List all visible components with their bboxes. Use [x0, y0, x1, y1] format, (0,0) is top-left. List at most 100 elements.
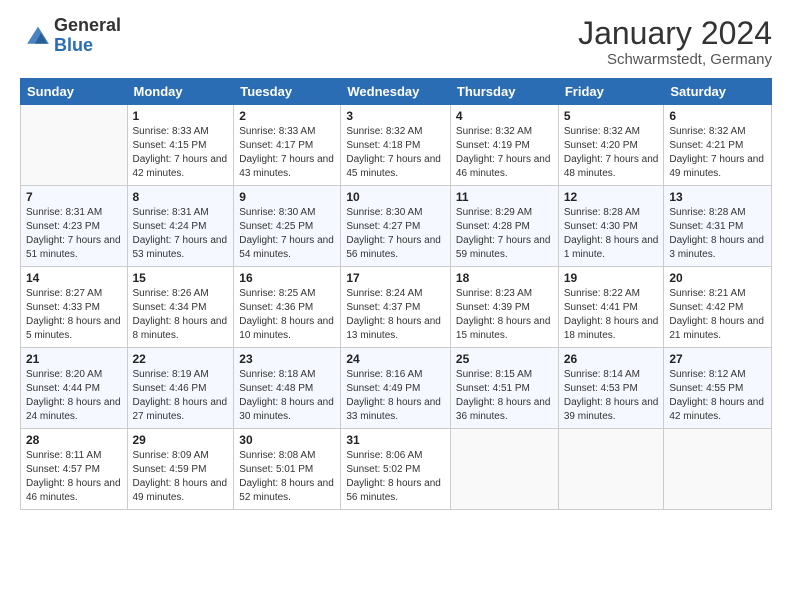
day-number-0-5: 5	[564, 109, 659, 123]
day-info-0-5: Sunrise: 8:32 AMSunset: 4:20 PMDaylight:…	[564, 125, 659, 181]
day-number-0-6: 6	[669, 109, 766, 123]
cell-4-5	[558, 429, 664, 510]
cell-4-2: 30Sunrise: 8:08 AMSunset: 5:01 PMDayligh…	[234, 429, 341, 510]
day-number-2-4: 18	[456, 271, 553, 285]
day-number-4-2: 30	[239, 433, 335, 447]
cell-2-6: 20 Sunrise: 8:21 AMSunset: 4:42 PMDayligh…	[664, 267, 772, 348]
week-row-1: 7 Sunrise: 8:31 AMSunset: 4:23 PMDaylight…	[21, 186, 772, 267]
cell-3-1: 22 Sunrise: 8:19 AMSunset: 4:46 PMDayligh…	[127, 348, 234, 429]
cell-2-5: 19 Sunrise: 8:22 AMSunset: 4:41 PMDayligh…	[558, 267, 664, 348]
header-monday: Monday	[127, 79, 234, 105]
calendar-table: Sunday Monday Tuesday Wednesday Thursday…	[20, 78, 772, 510]
day-number-1-3: 10	[346, 190, 445, 204]
cell-0-3: 3Sunrise: 8:32 AMSunset: 4:18 PMDaylight…	[341, 105, 451, 186]
day-number-3-2: 23	[239, 352, 335, 366]
cell-4-6	[664, 429, 772, 510]
day-info-1-5: Sunrise: 8:28 AMSunset: 4:30 PMDaylight:…	[564, 206, 659, 262]
week-row-0: 1 Sunrise: 8:33 AMSunset: 4:15 PMDaylight…	[21, 105, 772, 186]
day-info-3-2: Sunrise: 8:18 AMSunset: 4:48 PMDaylight:…	[239, 368, 335, 424]
location-subtitle: Schwarmstedt, Germany	[578, 51, 772, 68]
day-number-3-4: 25	[456, 352, 553, 366]
cell-3-0: 21 Sunrise: 8:20 AMSunset: 4:44 PMDayligh…	[21, 348, 128, 429]
day-number-3-3: 24	[346, 352, 445, 366]
day-number-2-3: 17	[346, 271, 445, 285]
day-number-1-4: 11	[456, 190, 553, 204]
week-row-3: 21 Sunrise: 8:20 AMSunset: 4:44 PMDayligh…	[21, 348, 772, 429]
day-info-4-3: Sunrise: 8:06 AMSunset: 5:02 PMDaylight:…	[346, 449, 445, 505]
cell-4-1: 29 Sunrise: 8:09 AMSunset: 4:59 PMDayligh…	[127, 429, 234, 510]
day-number-4-1: 29	[133, 433, 229, 447]
day-info-1-1: Sunrise: 8:31 AMSunset: 4:24 PMDaylight:…	[133, 206, 229, 262]
cell-0-2: 2 Sunrise: 8:33 AMSunset: 4:17 PMDaylight…	[234, 105, 341, 186]
day-number-0-3: 3	[346, 109, 445, 123]
day-info-4-0: Sunrise: 8:11 AMSunset: 4:57 PMDaylight:…	[26, 449, 122, 505]
day-info-4-1: Sunrise: 8:09 AMSunset: 4:59 PMDaylight:…	[133, 449, 229, 505]
day-number-3-0: 21	[26, 352, 122, 366]
day-number-2-6: 20	[669, 271, 766, 285]
logo: General Blue	[20, 16, 121, 56]
day-info-2-0: Sunrise: 8:27 AMSunset: 4:33 PMDaylight:…	[26, 287, 122, 343]
cell-2-4: 18 Sunrise: 8:23 AMSunset: 4:39 PMDayligh…	[450, 267, 558, 348]
cell-0-4: 4 Sunrise: 8:32 AMSunset: 4:19 PMDaylight…	[450, 105, 558, 186]
day-info-0-4: Sunrise: 8:32 AMSunset: 4:19 PMDaylight:…	[456, 125, 553, 181]
cell-2-0: 14 Sunrise: 8:27 AMSunset: 4:33 PMDayligh…	[21, 267, 128, 348]
day-info-1-3: Sunrise: 8:30 AMSunset: 4:27 PMDaylight:…	[346, 206, 445, 262]
cell-1-3: 10 Sunrise: 8:30 AMSunset: 4:27 PMDayligh…	[341, 186, 451, 267]
cell-1-6: 13 Sunrise: 8:28 AMSunset: 4:31 PMDayligh…	[664, 186, 772, 267]
day-number-2-5: 19	[564, 271, 659, 285]
day-info-3-4: Sunrise: 8:15 AMSunset: 4:51 PMDaylight:…	[456, 368, 553, 424]
cell-1-5: 12Sunrise: 8:28 AMSunset: 4:30 PMDayligh…	[558, 186, 664, 267]
day-number-3-1: 22	[133, 352, 229, 366]
title-section: January 2024 Schwarmstedt, Germany	[578, 16, 772, 68]
day-number-1-1: 8	[133, 190, 229, 204]
day-info-0-6: Sunrise: 8:32 AMSunset: 4:21 PMDaylight:…	[669, 125, 766, 181]
page: General Blue January 2024 Schwarmstedt, …	[0, 0, 792, 612]
cell-1-0: 7 Sunrise: 8:31 AMSunset: 4:23 PMDaylight…	[21, 186, 128, 267]
calendar-header-row: Sunday Monday Tuesday Wednesday Thursday…	[21, 79, 772, 105]
day-info-3-6: Sunrise: 8:12 AMSunset: 4:55 PMDaylight:…	[669, 368, 766, 424]
header-thursday: Thursday	[450, 79, 558, 105]
header-tuesday: Tuesday	[234, 79, 341, 105]
cell-1-4: 11 Sunrise: 8:29 AMSunset: 4:28 PMDayligh…	[450, 186, 558, 267]
day-info-2-1: Sunrise: 8:26 AMSunset: 4:34 PMDaylight:…	[133, 287, 229, 343]
cell-2-3: 17Sunrise: 8:24 AMSunset: 4:37 PMDayligh…	[341, 267, 451, 348]
day-number-2-2: 16	[239, 271, 335, 285]
day-info-2-6: Sunrise: 8:21 AMSunset: 4:42 PMDaylight:…	[669, 287, 766, 343]
cell-0-5: 5 Sunrise: 8:32 AMSunset: 4:20 PMDaylight…	[558, 105, 664, 186]
day-number-1-2: 9	[239, 190, 335, 204]
day-number-1-6: 13	[669, 190, 766, 204]
cell-0-1: 1 Sunrise: 8:33 AMSunset: 4:15 PMDaylight…	[127, 105, 234, 186]
header-friday: Friday	[558, 79, 664, 105]
day-number-4-3: 31	[346, 433, 445, 447]
day-info-3-1: Sunrise: 8:19 AMSunset: 4:46 PMDaylight:…	[133, 368, 229, 424]
cell-4-4	[450, 429, 558, 510]
day-info-3-0: Sunrise: 8:20 AMSunset: 4:44 PMDaylight:…	[26, 368, 122, 424]
day-info-1-4: Sunrise: 8:29 AMSunset: 4:28 PMDaylight:…	[456, 206, 553, 262]
cell-0-0	[21, 105, 128, 186]
logo-text: General Blue	[54, 16, 121, 56]
cell-4-0: 28Sunrise: 8:11 AMSunset: 4:57 PMDayligh…	[21, 429, 128, 510]
cell-1-2: 9 Sunrise: 8:30 AMSunset: 4:25 PMDaylight…	[234, 186, 341, 267]
day-number-0-2: 2	[239, 109, 335, 123]
day-info-2-5: Sunrise: 8:22 AMSunset: 4:41 PMDaylight:…	[564, 287, 659, 343]
day-info-0-1: Sunrise: 8:33 AMSunset: 4:15 PMDaylight:…	[133, 125, 229, 181]
day-info-0-2: Sunrise: 8:33 AMSunset: 4:17 PMDaylight:…	[239, 125, 335, 181]
day-info-2-4: Sunrise: 8:23 AMSunset: 4:39 PMDaylight:…	[456, 287, 553, 343]
day-info-3-5: Sunrise: 8:14 AMSunset: 4:53 PMDaylight:…	[564, 368, 659, 424]
day-number-0-4: 4	[456, 109, 553, 123]
header-sunday: Sunday	[21, 79, 128, 105]
day-info-1-0: Sunrise: 8:31 AMSunset: 4:23 PMDaylight:…	[26, 206, 122, 262]
day-info-2-2: Sunrise: 8:25 AMSunset: 4:36 PMDaylight:…	[239, 287, 335, 343]
day-number-2-0: 14	[26, 271, 122, 285]
day-info-1-2: Sunrise: 8:30 AMSunset: 4:25 PMDaylight:…	[239, 206, 335, 262]
month-title: January 2024	[578, 16, 772, 51]
day-number-0-1: 1	[133, 109, 229, 123]
cell-2-2: 16 Sunrise: 8:25 AMSunset: 4:36 PMDayligh…	[234, 267, 341, 348]
day-info-1-6: Sunrise: 8:28 AMSunset: 4:31 PMDaylight:…	[669, 206, 766, 262]
cell-3-6: 27 Sunrise: 8:12 AMSunset: 4:55 PMDayligh…	[664, 348, 772, 429]
cell-3-2: 23 Sunrise: 8:18 AMSunset: 4:48 PMDayligh…	[234, 348, 341, 429]
header-wednesday: Wednesday	[341, 79, 451, 105]
day-number-1-0: 7	[26, 190, 122, 204]
day-number-3-6: 27	[669, 352, 766, 366]
logo-blue: Blue	[54, 36, 121, 56]
